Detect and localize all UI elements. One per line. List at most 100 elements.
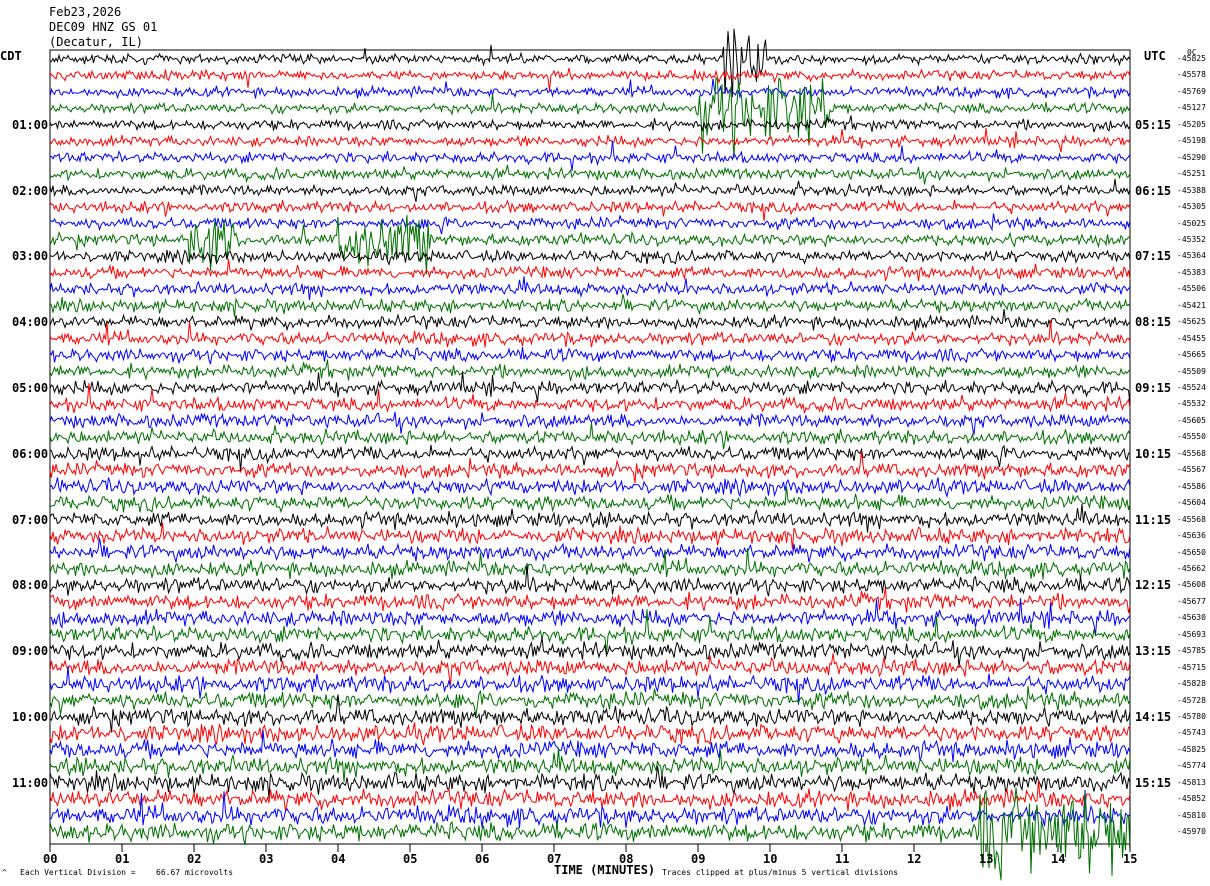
- x-tick-label: 10: [763, 852, 778, 866]
- trace-row: [49, 320, 1131, 348]
- row-value-label: -45825: [1177, 54, 1206, 63]
- trace-row: [49, 115, 1131, 133]
- trace-row: [49, 359, 1131, 382]
- left-hour-label: 09:00: [12, 644, 49, 659]
- x-tick-label: 14: [1051, 852, 1066, 866]
- right-hour-label: 12:15: [1135, 578, 1172, 593]
- trace-row: [49, 127, 1131, 153]
- trace-row: [49, 347, 1131, 365]
- trace-row: [49, 67, 1131, 92]
- left-hour-label: 08:00: [12, 578, 49, 593]
- left-hour-label: 10:00: [12, 710, 49, 724]
- row-value-label: -45769: [1177, 86, 1206, 96]
- row-value-label: -45828: [1177, 679, 1206, 689]
- helicorder-plot: [49, 28, 1131, 881]
- trace-row: [49, 653, 1131, 685]
- row-value-label: -45421: [1177, 300, 1206, 310]
- right-hour-label: 05:15: [1135, 117, 1172, 132]
- x-axis-title: TIME (MINUTES): [554, 863, 656, 877]
- x-tick-label: 05: [403, 852, 418, 866]
- row-value-label: -45455: [1177, 333, 1206, 343]
- trace-row: [49, 780, 1131, 812]
- trace-row: [49, 666, 1131, 705]
- trace-row: [49, 685, 1131, 717]
- row-value-label: -45383: [1177, 267, 1206, 277]
- right-hour-label: 14:15: [1135, 710, 1172, 724]
- right-hour-label: 06:15: [1135, 183, 1172, 198]
- row-value-label: -45364: [1177, 251, 1206, 261]
- row-value-label: -45785: [1177, 646, 1206, 656]
- x-tick-label: 00: [43, 852, 58, 866]
- row-value-label: -45352: [1177, 234, 1206, 244]
- left-hour-label: 06:00: [12, 446, 49, 461]
- x-tick-label: 11: [835, 852, 850, 866]
- row-value-label: -45198: [1177, 136, 1206, 146]
- row-value-label: -45586: [1177, 481, 1206, 491]
- x-tick-label: 12: [907, 852, 922, 866]
- row-value-label: -45728: [1177, 695, 1206, 705]
- row-value-label: -45509: [1177, 366, 1206, 376]
- row-value-label: -45605: [1177, 415, 1206, 425]
- x-tick-label: 03: [259, 852, 274, 866]
- trace-row: [49, 503, 1131, 533]
- row-value-label: -45532: [1177, 399, 1206, 409]
- trace-row: [49, 213, 1131, 235]
- scale-value: 66.67 microvolts: [156, 868, 234, 877]
- row-value-label: -45813: [1177, 777, 1206, 787]
- row-value-label: -45604: [1177, 498, 1206, 508]
- x-tick-label: 02: [187, 852, 202, 866]
- location-label: (Decatur, IL): [49, 35, 143, 49]
- trace-row: [49, 730, 1131, 763]
- row-value-label: -45650: [1177, 547, 1206, 557]
- row-value-label: -45774: [1177, 761, 1206, 771]
- trace-row: [49, 411, 1131, 435]
- left-timezone-label: CDT: [0, 49, 22, 63]
- right-hour-label: 13:15: [1135, 644, 1172, 659]
- left-hour-label: 05:00: [12, 381, 49, 395]
- right-hour-label: 08:15: [1135, 315, 1172, 330]
- footer-mark: ^: [2, 868, 7, 877]
- row-value-label: -45205: [1177, 119, 1206, 129]
- trace-row: [49, 308, 1131, 332]
- x-tick-label: 04: [331, 852, 346, 866]
- row-value-label: -45506: [1177, 284, 1206, 294]
- trace-row: [49, 28, 1131, 98]
- trace-row: [49, 538, 1131, 564]
- clip-note: Traces clipped at plus/minus 5 vertical …: [662, 868, 899, 877]
- date-label: Feb23,2026: [49, 5, 122, 19]
- right-hour-label: 10:15: [1135, 446, 1172, 461]
- trace-row: [49, 371, 1131, 405]
- row-value-label: -45970: [1177, 827, 1206, 837]
- x-tick-label: 15: [1123, 852, 1138, 866]
- row-value-label: -45743: [1177, 728, 1206, 738]
- left-hour-label: 07:00: [12, 512, 49, 527]
- row-value-label: -45780: [1177, 712, 1206, 721]
- trace-row: [49, 477, 1131, 499]
- trace-row: [49, 178, 1131, 203]
- trace-row: [49, 293, 1131, 317]
- row-value-label: -45810: [1177, 810, 1206, 820]
- row-value-label: -45388: [1177, 185, 1206, 195]
- scale-description: Each Vertical Division =: [20, 868, 136, 877]
- row-value-label: -45665: [1177, 350, 1206, 360]
- trace-row: [49, 140, 1131, 171]
- row-value-label: -45578: [1177, 70, 1206, 80]
- right-hour-label: 11:15: [1135, 512, 1172, 527]
- x-tick-label: 01: [115, 852, 130, 866]
- station-label: DEC09 HNZ GS 01: [49, 20, 158, 34]
- row-value-label: -45825: [1177, 744, 1206, 754]
- right-timezone-label: UTC: [1144, 49, 1166, 63]
- row-value-label: -45715: [1177, 662, 1206, 672]
- trace-row: [49, 276, 1131, 301]
- x-tick-label: 13: [979, 852, 994, 866]
- row-value-label: -45625: [1177, 317, 1206, 327]
- row-value-label: -45636: [1177, 531, 1206, 541]
- trace-row: [49, 765, 1131, 799]
- right-hour-label: 15:15: [1135, 775, 1172, 790]
- row-value-label: -45630: [1177, 613, 1206, 623]
- left-hour-label: 11:00: [12, 775, 49, 790]
- right-hour-label: 09:15: [1135, 381, 1172, 395]
- row-value-label: -45550: [1177, 432, 1206, 442]
- trace-row: [49, 164, 1131, 185]
- row-value-label: -45568: [1177, 514, 1206, 524]
